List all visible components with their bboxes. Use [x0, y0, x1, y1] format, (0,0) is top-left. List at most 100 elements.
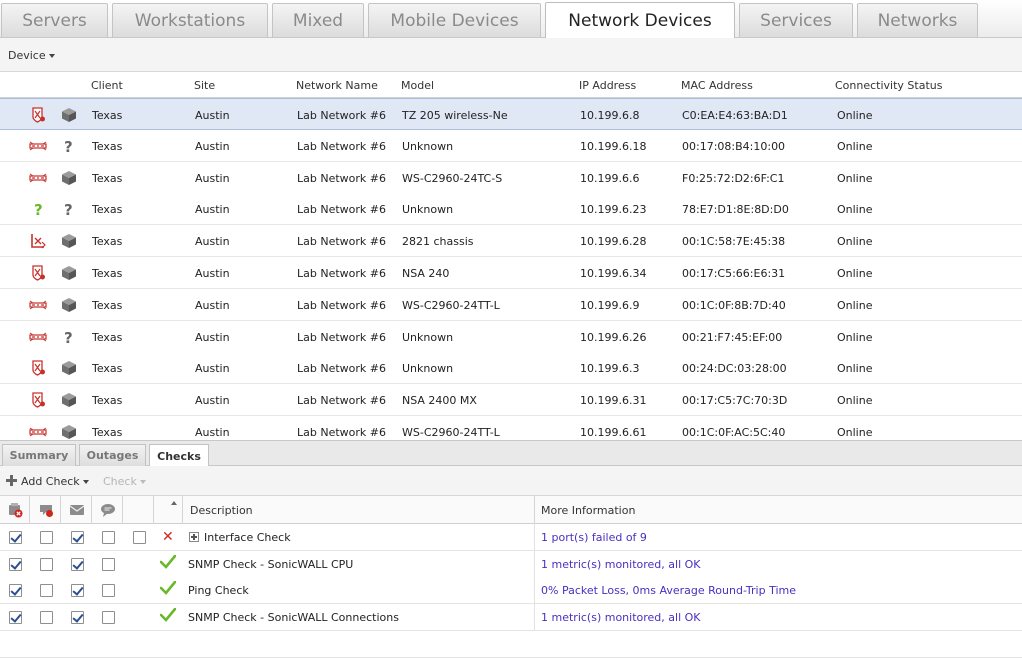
table-row[interactable]: ? Texas Austin Lab Network #6 Unknown 10.199.…: [0, 129, 1022, 162]
check-row[interactable]: Ping Check 0% Packet Loss, 0ms Average Ro…: [0, 577, 1022, 605]
tab-network-devices[interactable]: Network Devices: [545, 2, 735, 38]
tab-mixed[interactable]: Mixed: [272, 3, 364, 37]
tab-services[interactable]: Services: [739, 3, 853, 37]
sort-ascending-icon[interactable]: [171, 501, 177, 505]
column-header-model[interactable]: Model: [401, 79, 434, 92]
column-divider: [534, 604, 535, 632]
table-row[interactable]: Texas Austin Lab Network #6 WS-C2960-24TT-L…: [0, 416, 1022, 440]
tab-workstations[interactable]: Workstations: [112, 3, 268, 37]
column-header-network-name[interactable]: Network Name: [296, 79, 378, 92]
column-header-mac-address[interactable]: MAC Address: [681, 79, 753, 92]
site-cell: Austin: [195, 298, 230, 312]
check-toggle-checkbox[interactable]: [102, 557, 115, 571]
column-header-description[interactable]: Description: [190, 504, 253, 517]
more-information-link[interactable]: 1 port(s) failed of 9: [541, 531, 647, 544]
mac-address-cell: 00:1C:0F:8B:7D:40: [682, 298, 786, 312]
check-row[interactable]: [0, 630, 1022, 658]
check-toggle-checkbox[interactable]: [102, 611, 115, 625]
check-menu-button[interactable]: Check: [103, 475, 146, 488]
table-row[interactable]: Texas Austin Lab Network #6 NSA 240 10.199.6…: [0, 257, 1022, 289]
column-header-site[interactable]: Site: [194, 79, 215, 92]
check-toggle-checkbox[interactable]: [40, 611, 53, 625]
expand-icon[interactable]: [189, 532, 199, 542]
table-row[interactable]: Texas Austin Lab Network #6 NSA 2400 MX 10.1…: [0, 384, 1022, 417]
device-grid: Texas Austin Lab Network #6 TZ 205 wireless…: [0, 98, 1022, 440]
table-row[interactable]: Texas Austin Lab Network #6 WS-C2960-24TC-S…: [0, 161, 1022, 194]
detail-panel: Summary Outages Checks Add Check Check D…: [0, 440, 1022, 658]
firewall-icon: [29, 107, 47, 123]
column-header-client[interactable]: Client: [91, 79, 123, 92]
detail-tab-bar: Summary Outages Checks: [0, 441, 1022, 467]
more-information-link[interactable]: 1 metric(s) monitored, all OK: [541, 611, 701, 624]
column-header-more-information[interactable]: More Information: [541, 504, 635, 517]
check-toggle-checkbox[interactable]: [40, 557, 53, 571]
tab-checks[interactable]: Checks: [149, 444, 209, 467]
more-information-link[interactable]: 1 metric(s) monitored, all OK: [541, 558, 701, 571]
table-row[interactable]: Texas Austin Lab Network #6 TZ 205 wireless…: [0, 98, 1022, 130]
column-divider: [534, 496, 535, 524]
check-toggle-checkbox[interactable]: [102, 584, 115, 598]
table-row[interactable]: Texas Austin Lab Network #6 2821 chassis 10.…: [0, 225, 1022, 258]
check-row[interactable]: ✕ Interface Check 1 port(s) failed of 9: [0, 524, 1022, 551]
box-icon: [61, 265, 77, 281]
check-toggle-checkbox[interactable]: [71, 531, 84, 544]
column-divider: [534, 577, 535, 605]
device-menu-button[interactable]: Device: [8, 49, 55, 62]
check-toggle-checkbox[interactable]: [9, 531, 22, 544]
unknown-icon: ?: [61, 329, 77, 347]
table-row[interactable]: ?? Texas Austin Lab Network #6 Unknown 10.199…: [0, 193, 1022, 226]
network-name-cell: Lab Network #6: [297, 235, 386, 249]
ticket-icon[interactable]: [38, 502, 54, 518]
network-name-cell: Lab Network #6: [297, 298, 386, 312]
fail-icon: ✕: [162, 529, 174, 545]
mac-address-cell: 00:24:DC:03:28:00: [682, 362, 787, 376]
box-icon: [61, 170, 77, 186]
tab-servers[interactable]: Servers: [1, 3, 108, 37]
check-toggle-checkbox[interactable]: [71, 557, 84, 571]
device-grid-header: Client Site Network Name Model IP Addres…: [0, 72, 1022, 98]
site-cell: Austin: [195, 426, 230, 439]
tab-networks[interactable]: Networks: [857, 3, 978, 37]
check-toggle-checkbox[interactable]: [71, 611, 84, 625]
tab-summary[interactable]: Summary: [2, 444, 76, 466]
ok-check-icon: [159, 554, 177, 569]
box-icon: [61, 233, 77, 249]
add-check-button[interactable]: Add Check: [6, 475, 89, 488]
table-row[interactable]: Texas Austin Lab Network #6 Unknown 10.199.6…: [0, 352, 1022, 385]
model-cell: NSA 2400 MX: [402, 394, 477, 408]
email-icon[interactable]: [69, 502, 85, 518]
check-toggle-checkbox[interactable]: [40, 584, 53, 598]
table-row[interactable]: Texas Austin Lab Network #6 WS-C2960-24TT-L…: [0, 288, 1022, 321]
column-divider: [122, 496, 123, 524]
client-cell: Texas: [92, 203, 123, 217]
model-cell: 2821 chassis: [402, 235, 474, 249]
tab-outages[interactable]: Outages: [79, 444, 146, 466]
check-toggle-checkbox[interactable]: [40, 531, 53, 544]
column-header-ip-address[interactable]: IP Address: [579, 79, 636, 92]
check-toggle-checkbox[interactable]: [9, 584, 22, 598]
more-information-link[interactable]: 0% Packet Loss, 0ms Average Round-Trip T…: [541, 584, 796, 597]
question-icon: ?: [29, 201, 47, 219]
check-row[interactable]: SNMP Check - SonicWALL Connections 1 metr…: [0, 604, 1022, 632]
alert-icon[interactable]: [7, 502, 23, 518]
check-row[interactable]: SNMP Check - SonicWALL CPU 1 metric(s) mo…: [0, 550, 1022, 578]
comment-icon[interactable]: [100, 502, 116, 518]
site-cell: Austin: [195, 235, 230, 249]
mac-address-cell: C0:EA:E4:63:BA:D1: [682, 109, 788, 122]
check-toggle-checkbox[interactable]: [9, 557, 22, 571]
check-toggle-checkbox[interactable]: [133, 531, 146, 544]
firewall-icon: [29, 360, 47, 377]
site-cell: Austin: [195, 330, 230, 344]
connectivity-status-cell: Online: [837, 109, 873, 122]
network-name-cell: Lab Network #6: [297, 394, 386, 408]
check-toggle-checkbox[interactable]: [9, 611, 22, 625]
model-cell: TZ 205 wireless-Ne: [402, 109, 508, 122]
tab-mobile-devices[interactable]: Mobile Devices: [368, 3, 541, 37]
mac-address-cell: 00:17:08:B4:10:00: [682, 139, 786, 153]
check-toggle-checkbox[interactable]: [102, 531, 115, 544]
mac-address-cell: 00:1C:58:7E:45:38: [682, 235, 786, 249]
add-check-label: Add Check: [21, 475, 80, 488]
table-row[interactable]: ? Texas Austin Lab Network #6 Unknown 10.199.…: [0, 320, 1022, 353]
check-toggle-checkbox[interactable]: [71, 584, 84, 598]
column-header-connectivity-status[interactable]: Connectivity Status: [835, 79, 942, 92]
